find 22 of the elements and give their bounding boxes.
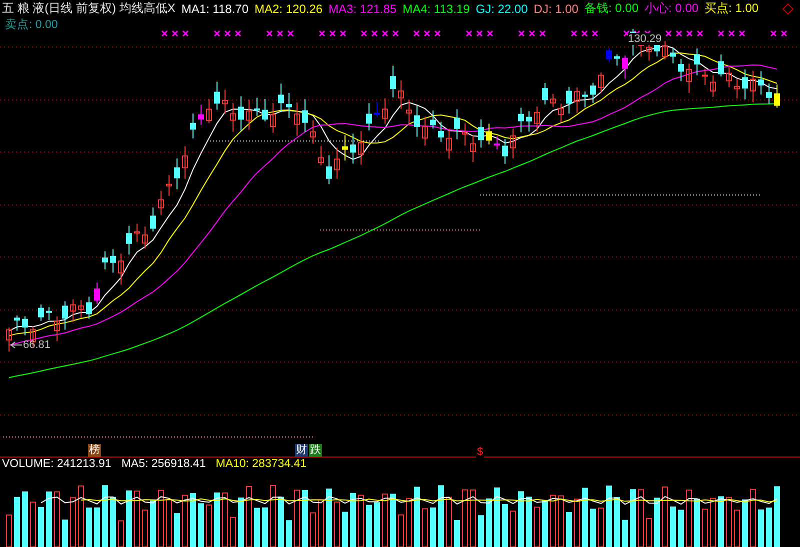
diamond-icon[interactable] [782, 2, 794, 14]
event-tag[interactable]: 财 [295, 444, 308, 457]
indicator-value: DJ: 1.00 [534, 2, 578, 16]
arrow-icon [10, 341, 22, 349]
chart-title: 五 粮 液(日线 前复权) 均线高低X [2, 0, 176, 17]
low-price-label: 66.81 [23, 339, 51, 351]
event-tag[interactable]: 榜 [88, 444, 101, 457]
indicator-value: 小心: 0.00 [644, 0, 699, 17]
indicator-value: GJ: 22.00 [476, 2, 528, 16]
indicator-value: 备钱: 0.00 [584, 0, 639, 17]
indicator-value: MA2: 120.26 [254, 2, 323, 16]
high-price-label: 130.29 [628, 33, 662, 45]
volume-indicator-value: MA10: 283734.41 [216, 458, 307, 470]
indicator-value: MA3: 121.85 [328, 2, 397, 16]
event-tag[interactable]: 跌 [309, 444, 322, 457]
indicator-value: MA1: 118.70 [181, 2, 248, 16]
volume-indicator-value: VOLUME: 241213.91 [2, 458, 112, 470]
sell-point-value: 卖点: 0.00 [5, 19, 58, 31]
event-tag[interactable]: $ [476, 446, 484, 459]
indicator-value: MA4: 113.19 [402, 2, 470, 16]
indicator-value: 买点: 1.00 [704, 0, 759, 17]
volume-indicator-value: MA5: 256918.41 [121, 458, 206, 470]
